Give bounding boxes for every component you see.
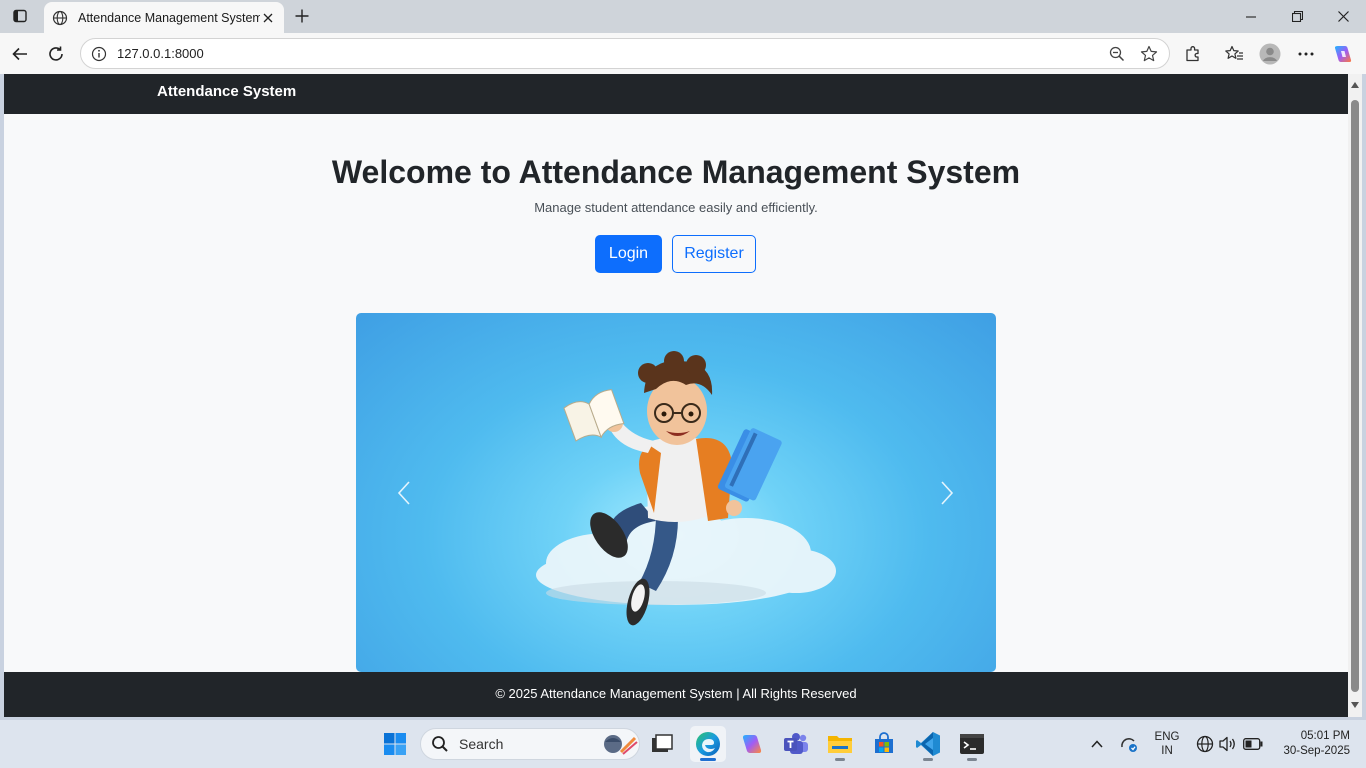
tray-sound-button[interactable] — [1217, 733, 1239, 755]
teams-icon — [784, 733, 808, 754]
browser-toolbar: 127.0.0.1:8000 — [0, 33, 1366, 74]
close-window-button[interactable] — [1320, 0, 1366, 33]
tab-actions-button[interactable] — [6, 4, 34, 28]
scroll-thumb[interactable] — [1351, 100, 1359, 692]
back-arrow-icon — [12, 47, 27, 61]
copilot-icon — [1334, 46, 1352, 62]
minimize-button[interactable] — [1228, 0, 1274, 33]
extensions-button[interactable] — [1180, 41, 1206, 67]
tray-network-button[interactable] — [1194, 733, 1216, 755]
store-icon — [875, 732, 893, 753]
clock-date: 30-Sep-2025 — [1283, 745, 1351, 757]
taskbar-terminal[interactable] — [954, 726, 990, 762]
copilot-app-icon — [742, 735, 762, 753]
taskbar-store[interactable] — [866, 726, 902, 762]
vscode-icon — [916, 732, 940, 756]
tray-language[interactable]: ENG IN — [1150, 730, 1184, 758]
close-icon — [1337, 11, 1349, 22]
edge-icon — [696, 732, 720, 756]
taskbar-vscode[interactable] — [910, 726, 946, 762]
start-button[interactable] — [377, 726, 413, 762]
copilot-button[interactable] — [1330, 41, 1356, 67]
carousel-prev-button[interactable] — [384, 473, 424, 513]
terminal-icon — [960, 734, 984, 754]
chevron-right-icon — [941, 481, 954, 505]
maximize-icon — [1291, 11, 1303, 22]
register-button[interactable]: Register — [672, 235, 756, 273]
network-icon — [1196, 735, 1214, 753]
browser-titlebar: Attendance Management System — [0, 0, 1366, 33]
taskbar-search-label: Search — [459, 736, 504, 752]
back-button[interactable] — [7, 41, 33, 67]
task-view-button[interactable] — [644, 726, 680, 762]
page-subtitle: Manage student attendance easily and eff… — [534, 200, 818, 215]
browser-tab[interactable]: Attendance Management System — [44, 2, 284, 33]
sound-icon — [1219, 736, 1235, 752]
battery-icon — [1243, 738, 1263, 750]
hero-carousel — [356, 313, 996, 672]
globe-icon — [52, 10, 68, 25]
navbar: Attendance System — [4, 74, 1348, 114]
taskbar-file-explorer[interactable] — [822, 726, 858, 762]
tray-clock[interactable]: 05:01 PM 30-Sep-2025 — [1270, 729, 1351, 759]
clock-time: 05:01 PM — [1300, 730, 1350, 742]
carousel-next-button[interactable] — [927, 473, 967, 513]
chevron-left-icon — [397, 481, 410, 505]
tab-actions-icon — [13, 9, 27, 23]
taskbar-teams[interactable] — [778, 726, 814, 762]
minimize-icon — [1246, 15, 1256, 18]
sync-icon — [1121, 737, 1137, 752]
search-highlight-icon — [604, 735, 638, 755]
new-tab-button[interactable] — [290, 5, 314, 27]
address-url[interactable]: 127.0.0.1:8000 — [117, 46, 1105, 61]
tray-battery-button[interactable] — [1242, 733, 1264, 755]
taskbar-search[interactable]: Search — [420, 728, 640, 760]
address-bar[interactable]: 127.0.0.1:8000 — [80, 38, 1170, 69]
scroll-up-arrow[interactable] — [1350, 80, 1360, 90]
plus-icon — [295, 9, 309, 23]
reload-button[interactable] — [43, 41, 69, 67]
taskbar-edge[interactable] — [690, 726, 726, 762]
scroll-down-arrow[interactable] — [1350, 700, 1360, 710]
chevron-up-icon — [1091, 740, 1103, 748]
favorite-button[interactable] — [1137, 42, 1161, 66]
search-icon — [432, 736, 448, 752]
more-button[interactable] — [1293, 41, 1319, 67]
tray-language-code: ENG — [1154, 731, 1180, 743]
tab-close-button[interactable] — [260, 10, 276, 26]
tray-sync-button[interactable] — [1118, 733, 1140, 755]
profile-button[interactable] — [1257, 41, 1283, 67]
windows-start-icon — [384, 733, 406, 755]
task-view-icon — [652, 734, 673, 752]
profile-icon — [1259, 43, 1281, 65]
page-footer: © 2025 Attendance Management System | Al… — [4, 672, 1348, 717]
footer-text: © 2025 Attendance Management System | Al… — [495, 686, 857, 701]
navbar-brand[interactable]: Attendance System — [157, 83, 296, 100]
extensions-icon — [1186, 46, 1199, 62]
close-icon — [263, 13, 273, 22]
favorites-icon — [1225, 45, 1243, 60]
tray-overflow-button[interactable] — [1086, 733, 1108, 755]
zoom-button[interactable] — [1105, 42, 1129, 66]
carousel-illustration — [536, 351, 836, 626]
login-button[interactable]: Login — [595, 235, 662, 273]
info-icon[interactable] — [91, 46, 107, 62]
zoom-out-icon — [1109, 46, 1125, 61]
maximize-button[interactable] — [1274, 0, 1320, 33]
star-icon — [1140, 45, 1158, 61]
favorites-button[interactable] — [1221, 41, 1247, 67]
page-title: Welcome to Attendance Management System — [331, 154, 1021, 190]
taskbar-copilot[interactable] — [734, 726, 770, 762]
taskbar: Search ENG IN 05:01 PM 30-Sep-2025 — [0, 720, 1366, 768]
page-scrollbar[interactable] — [1348, 74, 1362, 717]
reload-icon — [49, 46, 63, 61]
more-icon — [1298, 52, 1314, 56]
page-viewport: Attendance System Welcome to Attendance … — [4, 74, 1348, 717]
tab-title: Attendance Management System — [78, 10, 260, 25]
file-explorer-icon — [828, 736, 852, 753]
tray-language-region: IN — [1161, 745, 1173, 757]
